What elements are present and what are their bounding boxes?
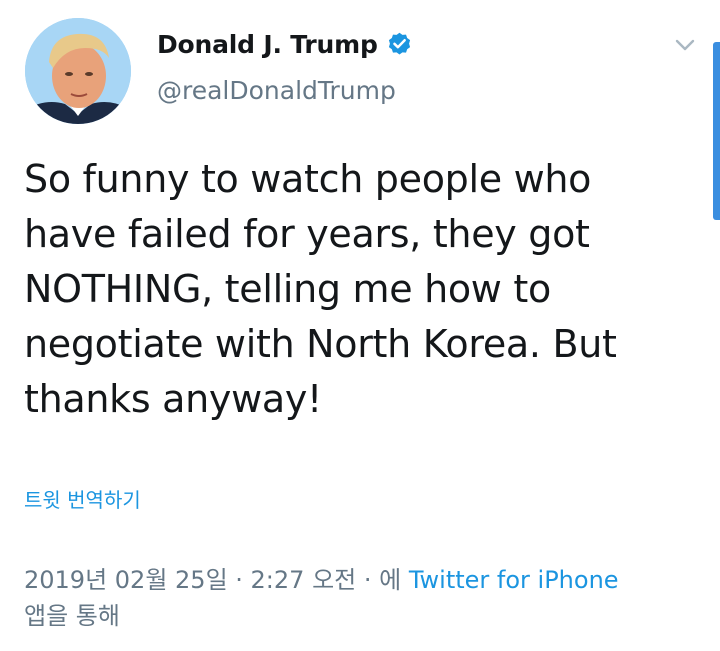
- verified-badge-icon: [386, 31, 413, 58]
- meta-suffix: 앱을 통해: [24, 602, 120, 630]
- tweet-card: Donald J. Trump @realDonaldTrump So funn…: [0, 0, 720, 651]
- tweet-text: So funny to watch people who have failed…: [24, 152, 684, 427]
- source-app-link[interactable]: Twitter for iPhone: [409, 566, 619, 594]
- tweet-text-line: have failed for years, they got: [24, 212, 590, 256]
- scroll-indicator[interactable]: [713, 42, 720, 220]
- avatar-image: [25, 18, 131, 124]
- tweet-meta: 2019년 02월 25일 · 2:27 오전 · 에 Twitter for …: [24, 562, 704, 634]
- timestamp[interactable]: 2019년 02월 25일 · 2:27 오전 · 에: [24, 566, 401, 594]
- display-name[interactable]: Donald J. Trump: [157, 30, 378, 59]
- tweet-text-line: So funny to watch people who: [24, 157, 592, 201]
- meta-line-1: 2019년 02월 25일 · 2:27 오전 · 에 Twitter for …: [24, 562, 704, 598]
- avatar[interactable]: [25, 18, 131, 124]
- tweet-text-line: negotiate with North Korea. But: [24, 322, 617, 366]
- user-handle[interactable]: @realDonaldTrump: [157, 76, 396, 105]
- name-row[interactable]: Donald J. Trump: [157, 24, 413, 64]
- chevron-down-icon[interactable]: [670, 33, 700, 57]
- tweet-text-line: thanks anyway!: [24, 377, 322, 421]
- translate-tweet-link[interactable]: 트윗 번역하기: [24, 484, 141, 513]
- tweet-text-line: NOTHING, telling me how to: [24, 267, 551, 311]
